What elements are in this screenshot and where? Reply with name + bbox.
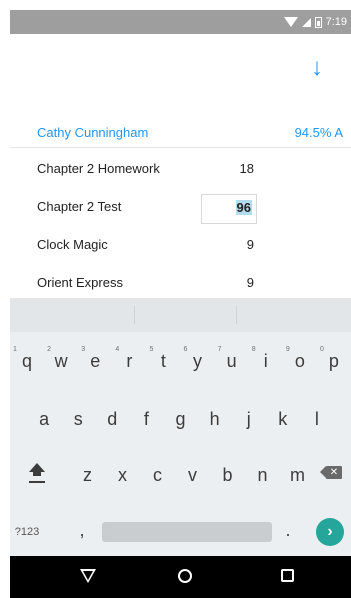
status-bar: 7:19	[10, 10, 351, 34]
key-x[interactable]: x	[105, 456, 140, 494]
key-b[interactable]: b	[210, 456, 245, 494]
recents-icon[interactable]	[281, 569, 294, 582]
app-screen: 7:19 ↓ Cathy Cunningham 94.5% A Chapter …	[10, 10, 351, 598]
student-overall-score: 94.5% A	[294, 125, 343, 140]
key-c[interactable]: c	[140, 456, 175, 494]
key-a[interactable]: a	[27, 400, 61, 438]
key-number-hint: 6	[183, 346, 188, 353]
key-j[interactable]: j	[232, 400, 266, 438]
soft-keyboard: q1w2e3r4t5y6u7i8o9p0asdfghjklzxcvbnm ✕ ?…	[10, 298, 351, 556]
navigation-bar	[10, 556, 351, 598]
status-time: 7:19	[325, 16, 347, 28]
key-z[interactable]: z	[70, 456, 105, 494]
key-number-hint: 8	[251, 346, 256, 353]
key-number-hint: 4	[115, 346, 120, 353]
assignment-score[interactable]: 9	[170, 237, 254, 252]
key-k[interactable]: k	[266, 400, 300, 438]
key-number-hint: 0	[319, 346, 324, 353]
shift-icon-stem	[33, 471, 41, 476]
assignment-name: Chapter 2 Test	[37, 199, 122, 214]
key-number-hint: 5	[149, 346, 154, 353]
key-n[interactable]: n	[245, 456, 280, 494]
assignment-score-input[interactable]: 96	[201, 194, 257, 224]
suggestion-strip[interactable]	[10, 298, 351, 332]
key-number-hint: 1	[13, 346, 17, 353]
symbols-key[interactable]: ?123	[10, 518, 44, 546]
backspace-icon: ✕	[326, 466, 342, 479]
key-h[interactable]: h	[198, 400, 232, 438]
key-number-hint: 2	[47, 346, 52, 353]
key-d[interactable]: d	[95, 400, 129, 438]
back-icon[interactable]	[80, 569, 96, 583]
suggestion-divider	[236, 306, 237, 324]
spacebar[interactable]	[102, 522, 272, 542]
signal-icon	[301, 17, 311, 27]
assignment-score[interactable]: 9	[170, 275, 254, 290]
grade-row[interactable]: Orient Express 9	[10, 264, 351, 302]
suggestion-divider	[134, 306, 135, 324]
key-s[interactable]: s	[61, 400, 95, 438]
enter-key[interactable]: ›	[316, 518, 344, 546]
key-number-hint: 9	[285, 346, 290, 353]
key-l[interactable]: l	[300, 400, 334, 438]
download-icon[interactable]: ↓	[301, 52, 333, 84]
key-number-hint: 3	[81, 346, 86, 353]
key-g[interactable]: g	[163, 400, 197, 438]
shift-icon-underline	[29, 481, 45, 483]
grade-row[interactable]: Clock Magic 9	[10, 226, 351, 264]
key-v[interactable]: v	[175, 456, 210, 494]
shift-key[interactable]	[24, 460, 50, 492]
assignment-name: Clock Magic	[37, 237, 108, 252]
wifi-icon	[283, 17, 298, 27]
battery-icon	[314, 16, 322, 28]
assignment-name: Chapter 2 Homework	[37, 161, 160, 176]
grade-row[interactable]: Chapter 2 Test 96	[10, 188, 351, 226]
student-header-row[interactable]: Cathy Cunningham 94.5% A	[10, 118, 351, 148]
status-icons: 7:19	[283, 14, 347, 30]
key-m[interactable]: m	[280, 456, 315, 494]
home-icon[interactable]	[178, 569, 192, 583]
assignment-name: Orient Express	[37, 275, 123, 290]
backspace-key[interactable]: ✕	[320, 464, 344, 482]
key-f[interactable]: f	[129, 400, 163, 438]
period-key[interactable]: .	[278, 516, 298, 544]
selected-score-text[interactable]: 96	[235, 200, 252, 215]
key-number-hint: 7	[217, 346, 222, 353]
comma-key[interactable]: ,	[72, 516, 92, 544]
student-name: Cathy Cunningham	[37, 125, 149, 140]
assignment-score[interactable]: 18	[170, 161, 254, 176]
grade-row[interactable]: Chapter 2 Homework 18	[10, 150, 351, 188]
